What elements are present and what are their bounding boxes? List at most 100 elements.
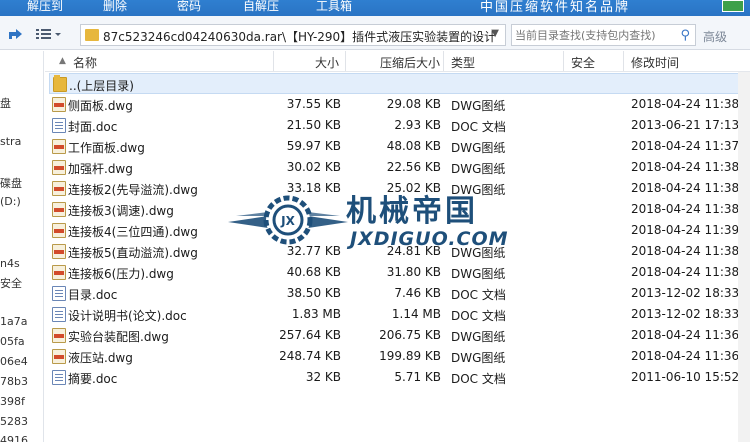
- path-field[interactable]: 87c523246cd04240630da.rar\【HY-290】插件式液压实…: [80, 24, 506, 46]
- left-pane-item[interactable]: 盘: [0, 95, 11, 111]
- doc-file-icon: [52, 286, 66, 301]
- file-modified: 2018-04-24 11:38:: [631, 265, 744, 279]
- file-row[interactable]: 工作面板.dwg 59.97 KB 48.08 KB DWG图纸 2018-04-24 …: [49, 136, 749, 157]
- chevron-down-icon[interactable]: ▼: [491, 28, 499, 39]
- search-icon[interactable]: ⚲: [680, 28, 690, 43]
- file-name: 工作面板.dwg: [68, 141, 145, 155]
- column-header: ▲ 名称 大小 压缩后大小 类型 安全 修改时间: [45, 51, 750, 72]
- up-level-icon[interactable]: [6, 25, 26, 43]
- file-name: 封面.doc: [68, 120, 118, 134]
- column-name[interactable]: 名称: [73, 54, 97, 71]
- file-name: 液压站.dwg: [68, 351, 133, 365]
- left-pane-item[interactable]: 5283: [0, 415, 28, 428]
- file-packed-size: 48.08 KB: [386, 139, 441, 153]
- doc-file-icon: [52, 307, 66, 322]
- file-row[interactable]: 连接板4(三位四通).dwg 2018-04-24 11:39:: [49, 220, 749, 241]
- file-type: DWG图纸: [451, 183, 506, 197]
- column-divider[interactable]: [273, 51, 274, 71]
- file-modified: 2018-04-24 11:38:: [631, 244, 744, 258]
- column-security[interactable]: 安全: [571, 54, 595, 71]
- file-row[interactable]: 连接板3(调速).dwg 2018-04-24 11:38:: [49, 199, 749, 220]
- file-size: 32.77 KB: [286, 244, 341, 258]
- toolbox-button[interactable]: 工具箱: [316, 0, 352, 14]
- dwg-file-icon: [52, 328, 66, 343]
- extract-to-button[interactable]: 解压到: [27, 0, 63, 14]
- file-packed-size: 22.56 KB: [386, 160, 441, 174]
- file-type: DOC 文档: [451, 288, 506, 302]
- password-button[interactable]: 密码: [177, 0, 201, 14]
- file-name: 设计说明书(论文).doc: [68, 309, 187, 323]
- file-packed-size: 29.08 KB: [386, 97, 441, 111]
- left-pane-item[interactable]: 06e4: [0, 355, 28, 368]
- left-pane-item[interactable]: 安全: [0, 275, 22, 291]
- file-name: 连接板2(先导溢流).dwg: [68, 183, 198, 197]
- search-input[interactable]: [512, 25, 670, 45]
- file-modified: 2018-04-24 11:38:: [631, 160, 744, 174]
- column-divider[interactable]: [443, 51, 444, 71]
- file-name: 目录.doc: [68, 288, 118, 302]
- file-row[interactable]: 摘要.doc 32 KB 5.71 KB DOC 文档 2011-06-10 15:52…: [49, 367, 749, 388]
- file-modified: 2018-04-24 11:36:: [631, 328, 744, 342]
- left-pane-item[interactable]: 05fa: [0, 335, 25, 348]
- column-size[interactable]: 大小: [315, 54, 339, 71]
- dwg-file-icon: [52, 97, 66, 112]
- parent-directory-row[interactable]: ..(上层目录): [49, 73, 749, 94]
- file-row[interactable]: 侧面板.dwg 37.55 KB 29.08 KB DWG图纸 2018-04-24 1…: [49, 94, 749, 115]
- column-divider[interactable]: [623, 51, 624, 71]
- file-modified: 2018-04-24 11:39:: [631, 223, 744, 237]
- file-row[interactable]: 目录.doc 38.50 KB 7.46 KB DOC 文档 2013-12-02 18…: [49, 283, 749, 304]
- file-packed-size: 31.80 KB: [386, 265, 441, 279]
- file-row[interactable]: 液压站.dwg 248.74 KB 199.89 KB DWG图纸 2018-04-24…: [49, 346, 749, 367]
- file-type: DOC 文档: [451, 309, 506, 323]
- left-pane-item[interactable]: 1a7a: [0, 315, 27, 328]
- file-packed-size: 1.14 MB: [391, 307, 441, 321]
- file-row[interactable]: 连接板5(直动溢流).dwg 32.77 KB 24.81 KB DWG图纸 2018-…: [49, 241, 749, 262]
- self-extract-button[interactable]: 自解压: [243, 0, 279, 14]
- file-modified: 2013-06-21 17:13:: [631, 118, 744, 132]
- column-modified[interactable]: 修改时间: [631, 54, 679, 71]
- dwg-file-icon: [52, 139, 66, 154]
- file-size: 30.02 KB: [286, 160, 341, 174]
- dwg-file-icon: [52, 202, 66, 217]
- left-pane-item[interactable]: 78b3: [0, 375, 28, 388]
- left-pane-item[interactable]: (D:): [0, 195, 21, 208]
- file-modified: 2011-06-10 15:52:: [631, 370, 744, 384]
- delete-button[interactable]: 删除: [103, 0, 127, 14]
- file-name: 侧面板.dwg: [68, 99, 133, 113]
- file-type: DWG图纸: [451, 99, 506, 113]
- file-packed-size: 24.81 KB: [386, 244, 441, 258]
- left-pane-item[interactable]: 398f: [0, 395, 25, 408]
- dwg-file-icon: [52, 244, 66, 259]
- column-divider[interactable]: [563, 51, 564, 71]
- vertical-scrollbar[interactable]: [738, 72, 750, 442]
- view-mode-icon[interactable]: [34, 25, 64, 43]
- file-row[interactable]: 加强杆.dwg 30.02 KB 22.56 KB DWG图纸 2018-04-24 1…: [49, 157, 749, 178]
- dwg-file-icon: [52, 223, 66, 238]
- file-modified: 2013-12-02 18:33:: [631, 307, 744, 321]
- left-pane-item[interactable]: 4916: [0, 434, 28, 442]
- folder-icon: [85, 29, 99, 41]
- file-row[interactable]: 连接板6(压力).dwg 40.68 KB 31.80 KB DWG图纸 2018-04…: [49, 262, 749, 283]
- folder-icon: [53, 75, 67, 92]
- left-pane-item[interactable]: stra: [0, 135, 21, 148]
- file-size: 33.18 KB: [286, 181, 341, 195]
- file-row[interactable]: 封面.doc 21.50 KB 2.93 KB DOC 文档 2013-06-21 17…: [49, 115, 749, 136]
- file-type: DWG图纸: [451, 351, 506, 365]
- file-row[interactable]: 连接板2(先导溢流).dwg 33.18 KB 25.02 KB DWG图纸 2018-…: [49, 178, 749, 199]
- file-row[interactable]: 实验台装配图.dwg 257.64 KB 206.75 KB DWG图纸 2018-04…: [49, 325, 749, 346]
- file-size: 21.50 KB: [286, 118, 341, 132]
- column-divider[interactable]: [345, 51, 346, 71]
- file-modified: 2018-04-24 11:38:: [631, 181, 744, 195]
- column-packed-size[interactable]: 压缩后大小: [380, 54, 440, 71]
- left-pane-item[interactable]: n4s: [0, 257, 20, 270]
- file-size: 40.68 KB: [286, 265, 341, 279]
- file-packed-size: 25.02 KB: [386, 181, 441, 195]
- left-pane-item[interactable]: 碟盘: [0, 175, 22, 191]
- file-row[interactable]: 设计说明书(论文).doc 1.83 MB 1.14 MB DOC 文档 2013-12…: [49, 304, 749, 325]
- search-field[interactable]: ⚲: [511, 24, 696, 46]
- advanced-button[interactable]: 高级: [703, 28, 727, 45]
- file-name: 连接板4(三位四通).dwg: [68, 225, 198, 239]
- column-type[interactable]: 类型: [451, 54, 475, 71]
- file-type: DOC 文档: [451, 120, 506, 134]
- path-text: 87c523246cd04240630da.rar\【HY-290】插件式液压实…: [103, 30, 497, 44]
